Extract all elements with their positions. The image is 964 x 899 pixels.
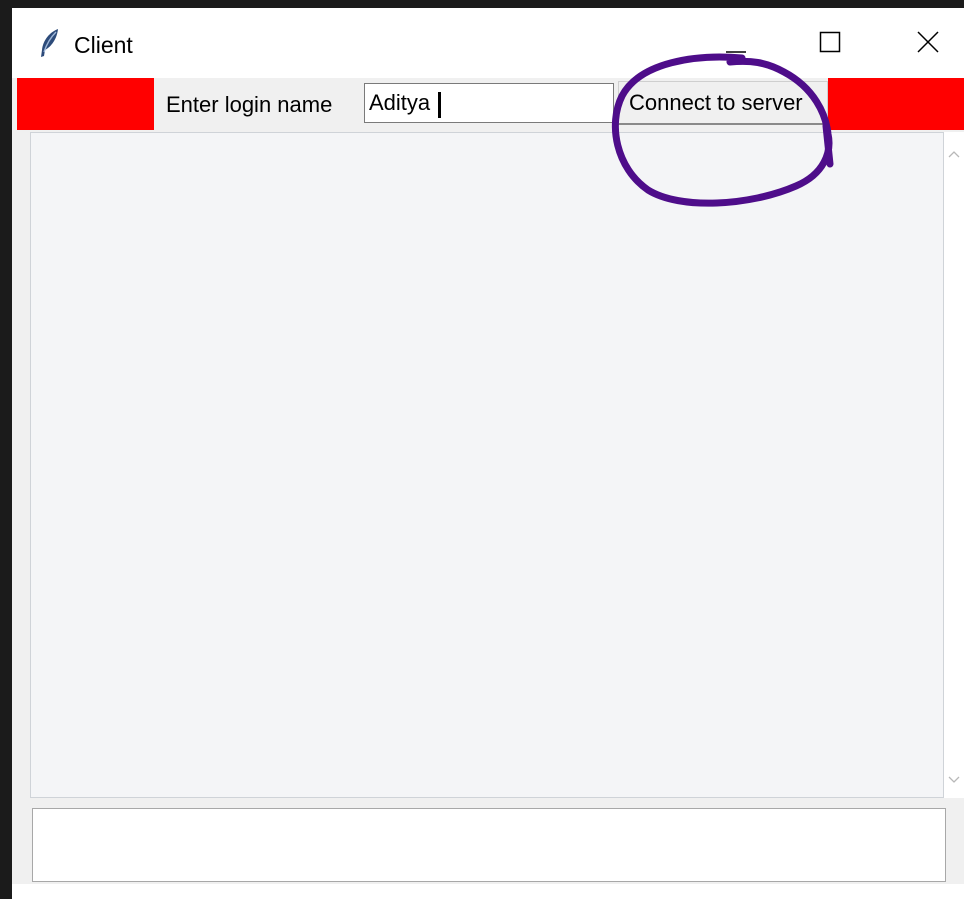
scroll-down-icon[interactable] — [948, 772, 960, 783]
text-cursor — [438, 92, 441, 118]
feather-icon — [38, 28, 62, 58]
minimize-icon — [725, 31, 747, 58]
scroll-up-icon[interactable] — [948, 146, 960, 158]
login-name-label: Enter login name — [166, 92, 333, 117]
message-scrollbar[interactable] — [944, 132, 964, 798]
title-bar[interactable]: Client — [12, 8, 964, 78]
maximize-icon — [819, 31, 841, 58]
login-name-input[interactable] — [364, 83, 614, 123]
window-bottom-margin — [12, 884, 964, 899]
login-panel: Enter login name Connect to server — [154, 78, 828, 130]
maximize-button[interactable] — [802, 22, 858, 66]
desktop-background-left — [0, 0, 12, 899]
desktop-background-top — [0, 0, 964, 8]
message-input[interactable] — [32, 808, 946, 882]
connect-to-server-button[interactable]: Connect to server — [618, 81, 828, 125]
client-window: Client Enter login name Aditya Connect t… — [12, 8, 964, 884]
screenshot: Client Enter login name Aditya Connect t… — [0, 0, 964, 899]
window-title: Client — [74, 32, 133, 58]
message-display-area[interactable] — [30, 132, 944, 798]
minimize-button[interactable] — [708, 22, 764, 66]
close-icon — [917, 30, 939, 58]
close-button[interactable] — [900, 22, 956, 66]
